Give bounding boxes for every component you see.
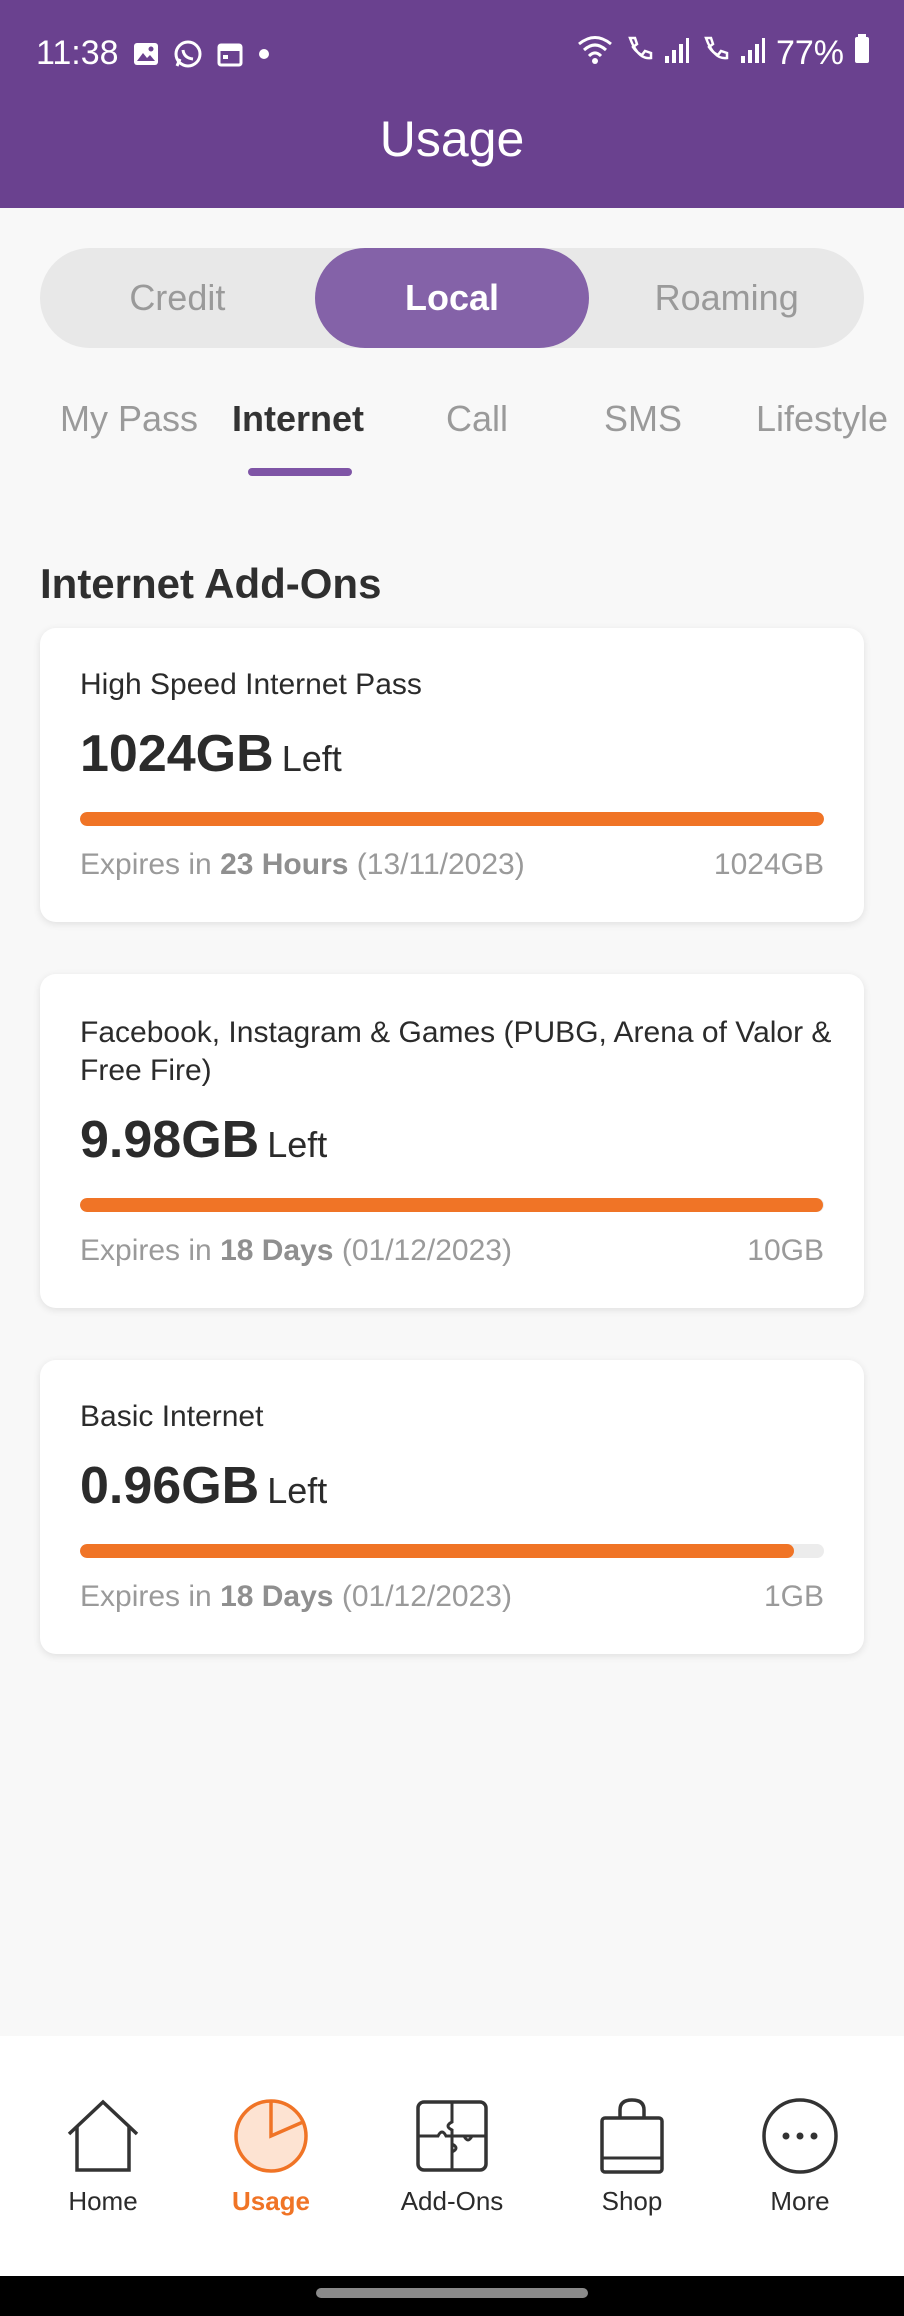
tab-sms[interactable]: SMS bbox=[604, 398, 682, 440]
addon-title: Facebook, Instagram & Games (PUBG, Arena… bbox=[80, 1016, 832, 1087]
tab-lifestyle[interactable]: Lifestyle bbox=[756, 398, 888, 440]
battery-icon bbox=[854, 34, 870, 73]
remaining-value: 9.98GB bbox=[80, 1111, 260, 1169]
addon-remaining: 9.98GB Left bbox=[80, 1110, 327, 1170]
segment-local[interactable]: Local bbox=[314, 248, 590, 348]
image-icon bbox=[132, 40, 160, 68]
addon-card[interactable]: High Speed Internet Pass 1024GB Left Expi… bbox=[40, 628, 864, 922]
status-right: 77% bbox=[576, 34, 870, 73]
usage-progress-fill bbox=[80, 812, 824, 826]
bottom-navigation: Home Usage Add-Ons Shop More bbox=[0, 2036, 904, 2276]
usage-pie-icon bbox=[201, 2096, 341, 2176]
addon-title: Basic Internet bbox=[80, 1400, 264, 1433]
nav-more[interactable]: More bbox=[730, 2096, 870, 2217]
usage-type-segment: Credit Local Roaming bbox=[40, 248, 864, 348]
remaining-suffix: Left bbox=[281, 738, 342, 779]
shopping-bag-icon bbox=[562, 2096, 702, 2176]
whatsapp-icon bbox=[172, 38, 204, 70]
total-allowance: 1GB bbox=[763, 1580, 824, 1613]
addon-title: High Speed Internet Pass bbox=[80, 668, 422, 701]
status-time: 11:38 bbox=[36, 34, 119, 72]
addon-remaining: 1024GB Left bbox=[80, 724, 342, 784]
page-title: Usage bbox=[379, 111, 525, 167]
addon-card[interactable]: Basic Internet 0.96GB Left Expires in 18 … bbox=[40, 1360, 864, 1654]
notification-icons bbox=[132, 38, 272, 70]
segment-roaming[interactable]: Roaming bbox=[589, 248, 864, 348]
expiry-text: Expires in 18 Days (01/12/2023) bbox=[80, 1580, 512, 1613]
usage-progress-bar bbox=[80, 1198, 824, 1212]
nav-usage[interactable]: Usage bbox=[201, 2096, 341, 2217]
expiry-text: Expires in 23 Hours (13/11/2023) bbox=[80, 848, 525, 881]
usage-progress-fill bbox=[80, 1544, 795, 1558]
remaining-suffix: Left bbox=[267, 1124, 328, 1165]
home-icon bbox=[33, 2096, 173, 2176]
remaining-value: 0.96GB bbox=[80, 1457, 260, 1515]
signal-icon-2 bbox=[740, 34, 766, 73]
total-allowance: 10GB bbox=[747, 1234, 824, 1267]
calendar-icon bbox=[216, 40, 244, 68]
signal-icon-1 bbox=[664, 34, 690, 73]
nav-shop[interactable]: Shop bbox=[562, 2096, 702, 2217]
more-dots-icon bbox=[730, 2096, 870, 2176]
system-gesture-bar bbox=[0, 2276, 904, 2316]
remaining-suffix: Left bbox=[267, 1470, 328, 1511]
addon-card[interactable]: Facebook, Instagram & Games (PUBG, Arena… bbox=[40, 974, 864, 1308]
addon-remaining: 0.96GB Left bbox=[80, 1456, 327, 1516]
nav-home[interactable]: Home bbox=[33, 2096, 173, 2217]
total-allowance: 1024GB bbox=[713, 848, 824, 881]
usage-progress-fill bbox=[80, 1198, 823, 1212]
dot-icon bbox=[256, 46, 272, 62]
puzzle-icon bbox=[382, 2096, 522, 2176]
tab-my-pass[interactable]: My Pass bbox=[60, 398, 198, 440]
app-header: 11:38 77% Usage bbox=[0, 0, 904, 208]
status-bar: 11:38 77% bbox=[0, 0, 904, 110]
tab-call[interactable]: Call bbox=[446, 398, 508, 440]
nav-add-ons[interactable]: Add-Ons bbox=[382, 2096, 522, 2217]
segment-credit[interactable]: Credit bbox=[40, 248, 315, 348]
category-tabs: My Pass Internet Call SMS Lifestyle bbox=[0, 390, 904, 480]
battery-percent: 77% bbox=[775, 34, 844, 72]
wifi-icon bbox=[576, 34, 614, 73]
section-title: Internet Add-Ons bbox=[40, 560, 382, 607]
volte-calling-icon bbox=[700, 34, 730, 73]
wifi-calling-icon bbox=[624, 34, 654, 73]
tab-internet[interactable]: Internet bbox=[232, 398, 364, 440]
usage-progress-bar bbox=[80, 1544, 824, 1558]
remaining-value: 1024GB bbox=[80, 725, 274, 783]
usage-progress-bar bbox=[80, 812, 824, 826]
expiry-text: Expires in 18 Days (01/12/2023) bbox=[80, 1234, 512, 1267]
active-tab-indicator bbox=[248, 468, 352, 476]
home-gesture-handle[interactable] bbox=[316, 2288, 588, 2298]
